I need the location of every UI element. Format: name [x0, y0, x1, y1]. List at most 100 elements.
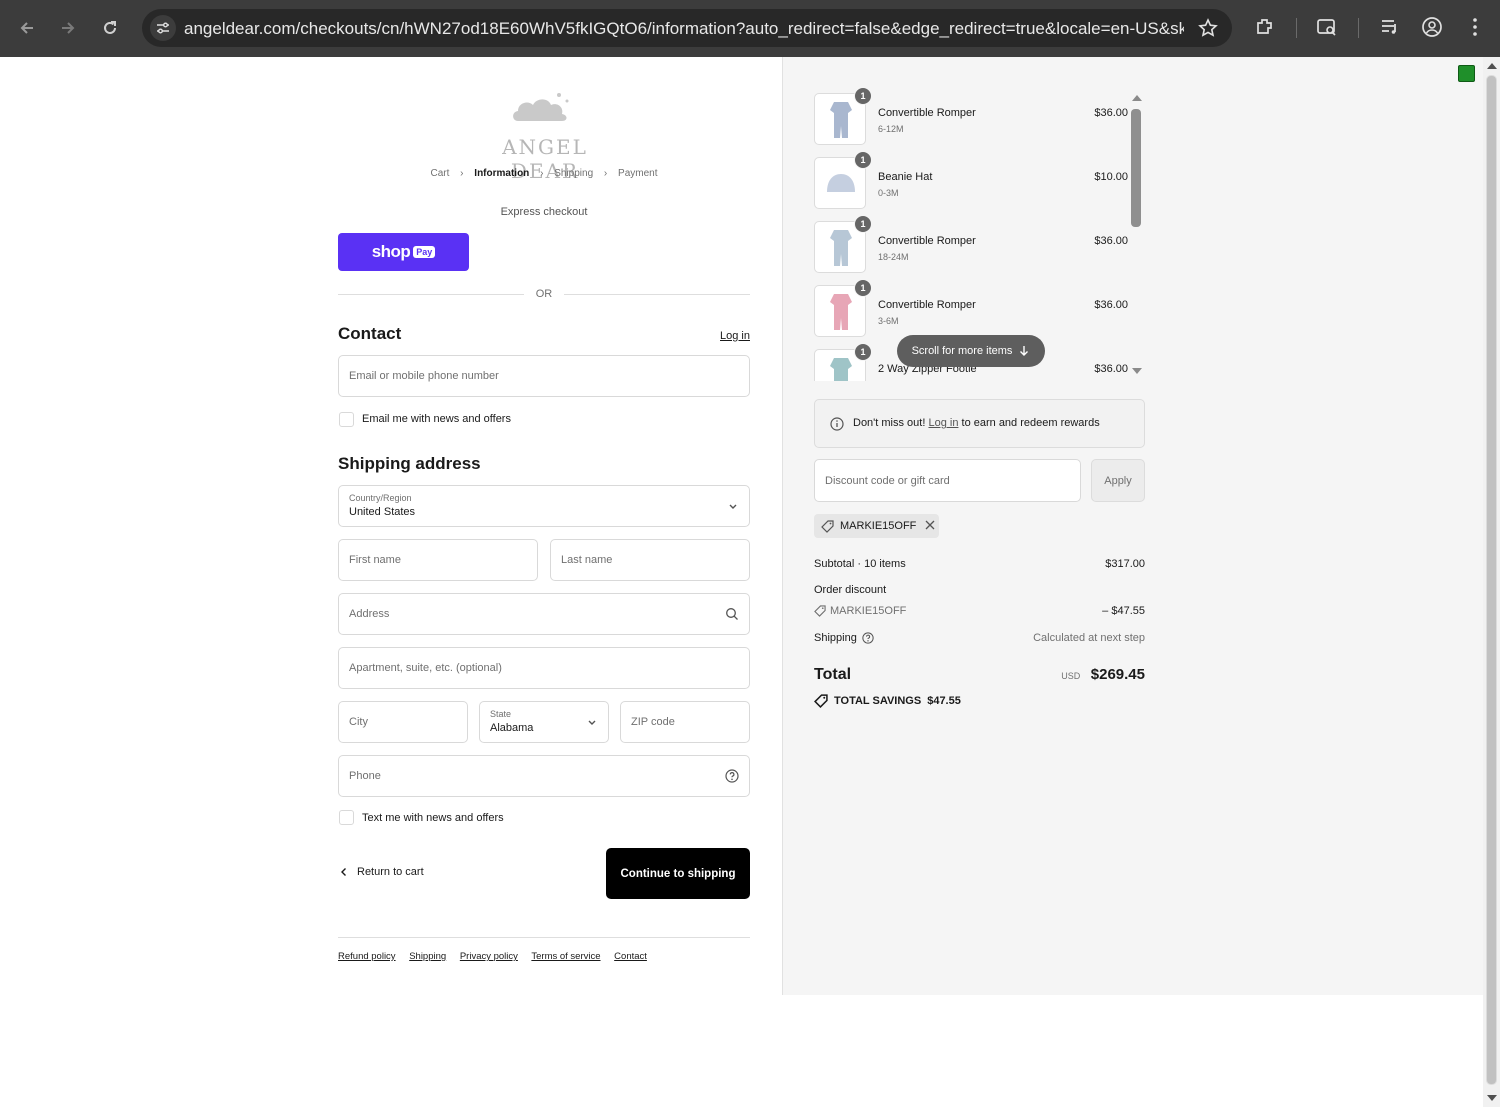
chevron-down-icon	[586, 715, 598, 733]
rewards-banner: Don't miss out! Log in to earn and redee…	[814, 399, 1145, 448]
list-item: 1 Convertible Romper 6-12M $36.00	[814, 87, 1132, 147]
breadcrumb-information: Information	[474, 168, 530, 179]
chevron-right-icon: ›	[540, 168, 544, 179]
forward-arrow-icon	[62, 22, 75, 34]
items-scroll-up-arrow[interactable]	[1132, 95, 1142, 101]
total-currency: USD	[1061, 671, 1081, 681]
bookmark-star-icon[interactable]	[1198, 18, 1218, 43]
continue-to-shipping-button[interactable]: Continue to shipping	[606, 848, 750, 899]
zip-placeholder: ZIP code	[631, 716, 675, 728]
order-discount-code: MARKIE15OFF	[814, 605, 1145, 617]
divider-left	[338, 294, 524, 295]
shop-pay-wordmark: shop	[371, 242, 411, 261]
quantity-badge: 1	[854, 343, 872, 361]
scroll-for-more-label: Scroll for more items	[911, 345, 1013, 357]
total-savings-row: TOTAL SAVINGS $47.55	[814, 694, 961, 708]
email-news-checkbox[interactable]	[339, 412, 354, 427]
url-text[interactable]: angeldear.com/checkouts/cn/hWN27od18E60W…	[184, 19, 1184, 39]
shipping-row: Shipping Calculated at next step	[814, 632, 1145, 644]
order-discount-value: – $47.55	[1102, 605, 1145, 617]
total-value-group: USD $269.45	[1000, 666, 1145, 684]
store-logo[interactable]: ANGEL DEAR	[470, 87, 620, 183]
country-select[interactable]: Country/Region United States	[338, 485, 750, 527]
address-placeholder: Address	[349, 608, 390, 620]
rewards-login-link[interactable]: Log in	[928, 417, 958, 429]
list-item: 1 Beanie Hat 0-3M $10.00	[814, 151, 1132, 211]
browser-toolbar: angeldear.com/checkouts/cn/hWN27od18E60W…	[0, 0, 1500, 57]
subtotal-value: $317.00	[1105, 558, 1145, 570]
footer-links: Refund policy Shipping Privacy policy Te…	[338, 951, 658, 962]
toolbar-divider	[1296, 18, 1297, 38]
apartment-placeholder: Apartment, suite, etc. (optional)	[349, 662, 502, 674]
scroll-for-more-button[interactable]: Scroll for more items	[897, 335, 1045, 367]
state-select[interactable]: State Alabama	[479, 701, 609, 743]
shop-pay-button[interactable]: shop Pay	[338, 233, 469, 271]
scroll-up-arrow[interactable]	[1487, 63, 1497, 69]
reload-button[interactable]	[96, 14, 124, 42]
shipping-value: Calculated at next step	[1033, 632, 1145, 644]
breadcrumb-payment: Payment	[618, 168, 658, 179]
email-placeholder: Email or mobile phone number	[349, 370, 499, 382]
breadcrumb-cart[interactable]: Cart	[430, 168, 449, 179]
contact-heading: Contact	[338, 324, 402, 343]
city-placeholder: City	[349, 716, 368, 728]
page-scrollbar[interactable]	[1483, 57, 1500, 1107]
contact-link[interactable]: Contact	[614, 951, 647, 962]
refund-policy-link[interactable]: Refund policy	[338, 951, 396, 962]
subtotal-label: Subtotal · 10 items	[814, 558, 906, 570]
order-discount-code-text: MARKIE15OFF	[830, 605, 907, 617]
chevron-right-icon: ›	[460, 168, 464, 179]
country-value: United States	[349, 506, 416, 518]
help-circle-icon[interactable]	[725, 769, 739, 788]
total-savings-label: TOTAL SAVINGS	[834, 695, 922, 707]
last-name-field[interactable]: Last name	[550, 539, 750, 581]
first-name-field[interactable]: First name	[338, 539, 538, 581]
list-item: 1 Convertible Romper 3-6M $36.00	[814, 279, 1132, 339]
media-controls-icon[interactable]	[1379, 16, 1401, 43]
city-field[interactable]: City	[338, 701, 468, 743]
shipping-policy-link[interactable]: Shipping	[409, 951, 446, 962]
tab-search-icon[interactable]	[1316, 16, 1338, 43]
item-variant: 3-6M	[878, 316, 899, 326]
site-info-icon[interactable]	[150, 15, 176, 41]
total-value: $269.45	[1090, 666, 1145, 683]
remove-discount-icon[interactable]	[925, 520, 935, 533]
text-news-checkbox[interactable]	[339, 810, 354, 825]
phone-field[interactable]: Phone	[338, 755, 750, 797]
rewards-text: Don't miss out! Log in to earn and redee…	[853, 417, 1100, 429]
help-circle-icon[interactable]	[862, 632, 874, 644]
total-label: Total	[814, 666, 852, 683]
or-divider-text: OR	[535, 288, 553, 300]
apply-discount-button[interactable]: Apply	[1091, 459, 1145, 502]
items-scroll-down-arrow[interactable]	[1132, 368, 1142, 374]
return-to-cart-link[interactable]: Return to cart	[338, 866, 424, 878]
chevron-left-icon	[341, 868, 346, 876]
terms-of-service-link[interactable]: Terms of service	[531, 951, 600, 962]
apartment-field[interactable]: Apartment, suite, etc. (optional)	[338, 647, 750, 689]
items-scrollbar-thumb[interactable]	[1131, 109, 1141, 227]
forward-button[interactable]	[54, 14, 82, 42]
privacy-policy-link[interactable]: Privacy policy	[460, 951, 518, 962]
scroll-down-arrow[interactable]	[1487, 1095, 1497, 1101]
tag-icon	[821, 519, 834, 533]
discount-placeholder: Discount code or gift card	[825, 475, 950, 487]
extensions-icon[interactable]	[1254, 16, 1276, 43]
last-name-placeholder: Last name	[561, 554, 613, 566]
login-link[interactable]: Log in	[700, 330, 750, 342]
menu-kebab-icon[interactable]	[1464, 16, 1486, 43]
item-price: $36.00	[1094, 299, 1128, 311]
page-scrollbar-thumb[interactable]	[1486, 75, 1497, 1085]
item-name: Convertible Romper	[878, 235, 976, 247]
address-bar[interactable]: angeldear.com/checkouts/cn/hWN27od18E60W…	[142, 9, 1232, 47]
address-field[interactable]: Address	[338, 593, 750, 635]
list-item: 1 Convertible Romper 18-24M $36.00	[814, 215, 1132, 275]
state-value: Alabama	[490, 722, 534, 734]
extension-indicator[interactable]	[1458, 65, 1475, 82]
zip-field[interactable]: ZIP code	[620, 701, 750, 743]
item-price: $36.00	[1094, 235, 1128, 247]
country-label: Country/Region	[349, 493, 412, 503]
back-button[interactable]	[13, 14, 41, 42]
email-field[interactable]: Email or mobile phone number	[338, 355, 750, 397]
discount-code-field[interactable]: Discount code or gift card	[814, 459, 1081, 502]
profile-icon[interactable]	[1421, 16, 1443, 43]
